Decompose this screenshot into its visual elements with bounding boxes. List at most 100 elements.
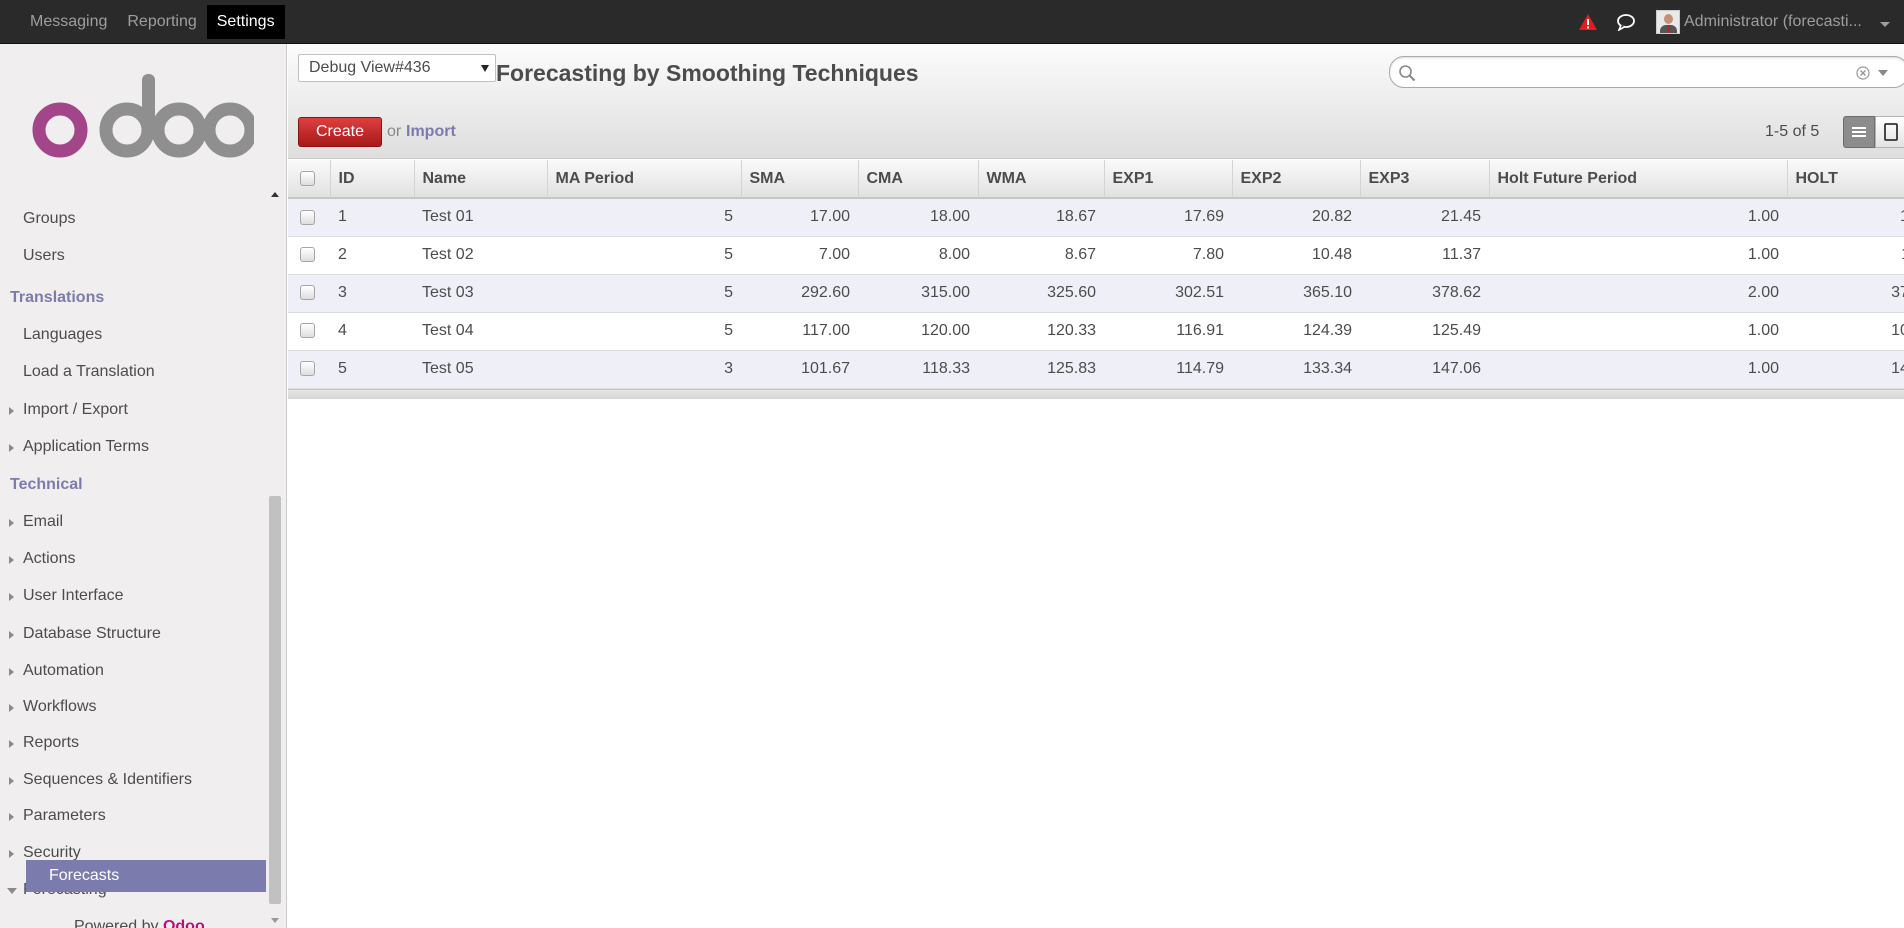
row-checkbox[interactable] [300,247,315,263]
search-bar[interactable] [1389,56,1904,88]
cell-wma[interactable]: 8.67 [978,236,1104,275]
cell-id[interactable]: 3 [330,274,414,313]
cell-id[interactable]: 5 [330,350,414,389]
collapsed-arrow-icon[interactable] [9,631,14,639]
column-header-id[interactable]: ID [330,160,415,199]
cell-cma[interactable]: 315.00 [858,274,978,313]
cell-ma-period[interactable]: 3 [547,350,741,389]
sidebar-item-reports[interactable]: Reports [9,734,79,752]
cell-holt-future-period[interactable]: 1.00 [1489,312,1787,351]
cell-cma[interactable]: 120.00 [858,312,978,351]
scroll-down-arrow-icon[interactable] [271,918,279,923]
cell-name[interactable]: Test 04 [414,312,547,351]
user-avatar[interactable] [1656,10,1680,34]
import-link[interactable]: Import [406,123,456,141]
cell-id[interactable]: 4 [330,312,414,351]
column-header-exp3[interactable]: EXP3 [1360,160,1490,199]
sidebar-item-forecasts[interactable]: Forecasts [26,860,266,892]
cell-id[interactable]: 2 [330,236,414,275]
collapsed-arrow-icon[interactable] [9,704,14,712]
debug-view-select[interactable]: Debug View#436 [298,54,496,82]
clear-search-icon[interactable] [1856,66,1870,80]
powered-by-brand-link[interactable]: Odoo [163,918,205,928]
cell-sma[interactable]: 17.00 [741,198,858,237]
cell-exp3[interactable]: 11.37 [1360,236,1489,275]
collapsed-arrow-icon[interactable] [9,444,14,452]
column-header-sma[interactable]: SMA [741,160,859,199]
collapsed-arrow-icon[interactable] [9,813,14,821]
cell-sma[interactable]: 117.00 [741,312,858,351]
search-options-caret-icon[interactable] [1878,70,1888,76]
cell-exp1[interactable]: 116.91 [1104,312,1232,351]
sidebar-item-database-structure[interactable]: Database Structure [9,625,161,643]
cell-id[interactable]: 1 [330,198,414,237]
row-checkbox[interactable] [300,361,315,377]
cell-ma-period[interactable]: 5 [547,312,741,351]
cell-wma[interactable]: 125.83 [978,350,1104,389]
cell-exp3[interactable]: 378.62 [1360,274,1489,313]
sidebar-item-email[interactable]: Email [9,513,63,531]
cell-exp2[interactable]: 124.39 [1232,312,1360,351]
collapsed-arrow-icon[interactable] [9,850,14,858]
cell-name[interactable]: Test 01 [414,198,547,237]
collapsed-arrow-icon[interactable] [9,556,14,564]
cell-ma-period[interactable]: 5 [547,198,741,237]
menu-reporting[interactable]: Reporting [117,5,206,39]
sidebar-item-application-terms[interactable]: Application Terms [9,438,149,456]
scroll-up-arrow-icon[interactable] [271,192,279,197]
sidebar-item-import-export[interactable]: Import / Export [9,401,128,419]
column-header-holt-future-period[interactable]: Holt Future Period [1489,160,1788,199]
sidebar-item-user-interface[interactable]: User Interface [9,587,123,605]
table-row[interactable]: 5 Test 05 3 101.67 118.33 125.83 114.79 133.34 1… [288,350,1904,389]
cell-holt-future-period[interactable]: 2.00 [1489,274,1787,313]
user-menu-label[interactable]: Administrator (forecasti... [1684,13,1874,31]
cell-name[interactable]: Test 03 [414,274,547,313]
odoo-logo[interactable] [32,70,254,160]
sidebar-item-load-a-translation[interactable]: Load a Translation [23,363,155,381]
expanded-arrow-icon[interactable] [7,888,17,894]
cell-sma[interactable]: 292.60 [741,274,858,313]
cell-exp2[interactable]: 133.34 [1232,350,1360,389]
search-input[interactable] [1420,62,1860,84]
column-header-cma[interactable]: CMA [858,160,979,199]
column-header-holt[interactable]: HOLT [1787,160,1904,199]
menu-settings[interactable]: Settings [206,5,285,39]
sidebar-item-groups[interactable]: Groups [23,210,75,228]
column-header-exp2[interactable]: EXP2 [1232,160,1361,199]
collapsed-arrow-icon[interactable] [9,519,14,527]
create-button[interactable]: Create [298,117,382,147]
cell-holt-future-period[interactable]: 1.00 [1489,350,1787,389]
table-row[interactable]: 4 Test 04 5 117.00 120.00 120.33 116.91 124.39 1… [288,312,1904,351]
column-header-ma-period[interactable]: MA Period [547,160,742,199]
cell-exp3[interactable]: 21.45 [1360,198,1489,237]
cell-exp2[interactable]: 20.82 [1232,198,1360,237]
cell-name[interactable]: Test 02 [414,236,547,275]
menu-messaging[interactable]: Messaging [20,5,117,39]
sidebar-item-sequences-identifiers[interactable]: Sequences & Identifiers [9,771,192,789]
cell-holt[interactable]: 11.06 [1787,236,1904,275]
cell-exp3[interactable]: 147.06 [1360,350,1489,389]
collapsed-arrow-icon[interactable] [9,777,14,785]
scrollbar-thumb[interactable] [269,496,281,904]
collapsed-arrow-icon[interactable] [9,593,14,601]
form-view-button[interactable] [1875,116,1904,148]
cell-ma-period[interactable]: 5 [547,274,741,313]
cell-exp2[interactable]: 365.10 [1232,274,1360,313]
cell-holt[interactable]: 104.38 [1787,312,1904,351]
row-checkbox[interactable] [300,323,315,339]
sidebar-item-automation[interactable]: Automation [9,662,104,680]
cell-cma[interactable]: 8.00 [858,236,978,275]
cell-holt[interactable]: 18.22 [1787,198,1904,237]
cell-holt-future-period[interactable]: 1.00 [1489,198,1787,237]
cell-exp1[interactable]: 114.79 [1104,350,1232,389]
select-all-checkbox[interactable] [300,170,315,186]
cell-wma[interactable]: 120.33 [978,312,1104,351]
cell-holt[interactable]: 143.31 [1787,350,1904,389]
cell-ma-period[interactable]: 5 [547,236,741,275]
table-row[interactable]: 3 Test 03 5 292.60 315.00 325.60 302.51 365.10 3… [288,274,1904,313]
cell-wma[interactable]: 325.60 [978,274,1104,313]
cell-sma[interactable]: 7.00 [741,236,858,275]
cell-exp1[interactable]: 302.51 [1104,274,1232,313]
cell-exp2[interactable]: 10.48 [1232,236,1360,275]
cell-exp1[interactable]: 7.80 [1104,236,1232,275]
